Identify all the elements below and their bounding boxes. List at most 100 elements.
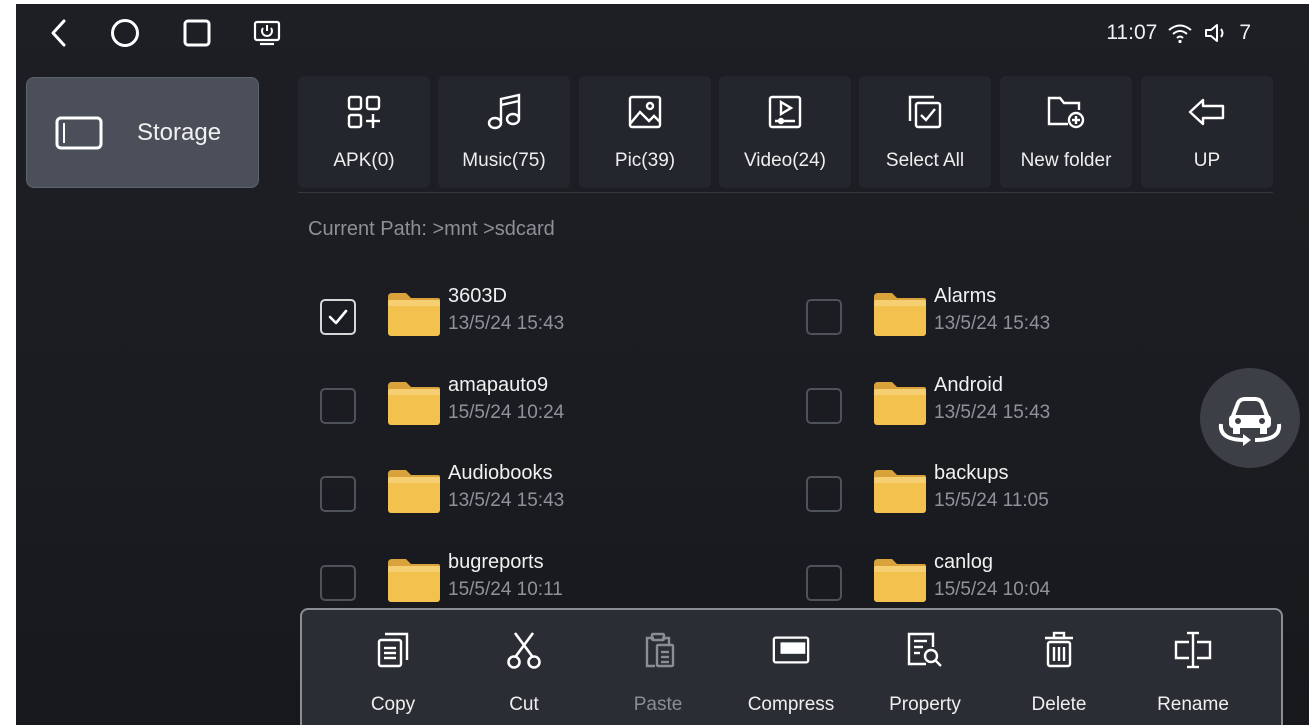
select-all-label: Select All [885, 150, 965, 171]
scissors-icon [504, 630, 544, 670]
toolbar: APK(0) Music(75) Pic(39) Video(24) Selec… [298, 76, 1273, 188]
back-button[interactable] [44, 18, 74, 48]
sidebar-item-storage[interactable]: Storage [26, 77, 259, 188]
screen: 11:07 7 Storage APK(0) Music(75) Pic(39)… [16, 4, 1309, 725]
file-name: backups [934, 462, 1009, 484]
folder-icon [872, 468, 928, 514]
storage-icon [55, 115, 103, 151]
folder-icon [386, 291, 442, 337]
text-cursor-icon [1173, 630, 1213, 670]
select-all-icon [905, 92, 945, 132]
file-name: 3603D [448, 285, 507, 307]
delete-button[interactable]: Delete [994, 610, 1124, 725]
video-icon [765, 92, 805, 132]
folder-icon [386, 380, 442, 426]
new-folder-button[interactable]: New folder [1000, 76, 1132, 188]
new-folder-label: New folder [1020, 150, 1112, 171]
screen-off-button[interactable] [252, 18, 282, 48]
volume-level: 7 [1239, 21, 1251, 44]
file-checkbox[interactable] [320, 299, 356, 335]
cut-label: Cut [509, 694, 539, 715]
file-item[interactable]: Audiobooks 13/5/24 15:43 [320, 462, 790, 528]
file-item[interactable]: amapauto9 15/5/24 10:24 [320, 374, 790, 440]
svg-text:ZIP: ZIP [784, 644, 801, 655]
apk-filter-label: APK(0) [333, 150, 395, 171]
trash-icon [1039, 630, 1079, 670]
rename-button[interactable]: Rename [1128, 610, 1258, 725]
video-filter-label: Video(24) [743, 150, 827, 171]
status-bar: 11:07 7 [1106, 18, 1251, 48]
current-path: Current Path: >mnt >sdcard [308, 218, 555, 240]
home-button[interactable] [110, 18, 140, 48]
car-floating-button[interactable] [1200, 368, 1300, 468]
file-name: Android [934, 374, 1003, 396]
file-date: 13/5/24 15:43 [934, 313, 1051, 334]
pic-filter-button[interactable]: Pic(39) [579, 76, 711, 188]
folder-icon [872, 557, 928, 603]
up-label: UP [1193, 150, 1221, 171]
action-bar: Copy Cut Paste ZIP Compress Property Del… [300, 608, 1283, 725]
file-date: 13/5/24 15:43 [448, 490, 565, 511]
up-button[interactable]: UP [1141, 76, 1273, 188]
rename-label: Rename [1157, 694, 1229, 715]
clipboard-icon [638, 630, 678, 670]
apk-filter-button[interactable]: APK(0) [298, 76, 430, 188]
delete-label: Delete [1031, 694, 1087, 715]
arrow-left-icon [1187, 92, 1227, 132]
file-date: 13/5/24 15:43 [934, 402, 1051, 423]
file-item[interactable]: 3603D 13/5/24 15:43 [320, 285, 790, 351]
paste-button[interactable]: Paste [593, 610, 723, 725]
file-checkbox[interactable] [320, 476, 356, 512]
property-label: Property [889, 694, 961, 715]
checkmark-icon [327, 304, 349, 335]
video-filter-button[interactable]: Video(24) [719, 76, 851, 188]
apps-add-icon [344, 92, 384, 132]
pic-filter-label: Pic(39) [614, 150, 676, 171]
file-date: 15/5/24 10:04 [934, 579, 1051, 600]
file-checkbox[interactable] [320, 565, 356, 601]
compress-button[interactable]: ZIP Compress [726, 610, 856, 725]
folder-icon [386, 468, 442, 514]
file-item[interactable]: backups 15/5/24 11:05 [806, 462, 1276, 528]
image-icon [625, 92, 665, 132]
file-checkbox[interactable] [806, 388, 842, 424]
property-button[interactable]: Property [860, 610, 990, 725]
file-item[interactable]: Alarms 13/5/24 15:43 [806, 285, 1276, 351]
copy-button[interactable]: Copy [328, 610, 458, 725]
cut-button[interactable]: Cut [459, 610, 589, 725]
zip-icon: ZIP [771, 630, 811, 670]
clock: 11:07 [1106, 21, 1158, 44]
music-filter-button[interactable]: Music(75) [438, 76, 570, 188]
folder-icon [872, 291, 928, 337]
back-icon [51, 19, 66, 47]
file-date: 15/5/24 10:11 [448, 579, 563, 600]
home-icon [111, 19, 139, 47]
copy-label: Copy [370, 694, 416, 715]
compress-label: Compress [747, 694, 835, 715]
file-date: 15/5/24 10:24 [448, 402, 565, 423]
file-checkbox[interactable] [806, 476, 842, 512]
file-checkbox[interactable] [806, 565, 842, 601]
music-filter-label: Music(75) [462, 150, 546, 171]
recents-button[interactable] [182, 18, 212, 48]
file-name: Audiobooks [448, 462, 553, 484]
file-name: bugreports [448, 551, 544, 573]
file-name: amapauto9 [448, 374, 549, 396]
monitor-power-icon [253, 20, 281, 46]
file-name: canlog [934, 551, 993, 573]
document-search-icon [905, 630, 945, 670]
file-date: 15/5/24 11:05 [934, 490, 1049, 511]
recents-icon [183, 19, 211, 47]
file-checkbox[interactable] [320, 388, 356, 424]
folder-add-icon [1046, 92, 1086, 132]
file-name: Alarms [934, 285, 997, 307]
file-checkbox[interactable] [806, 299, 842, 335]
music-note-icon [484, 92, 524, 132]
paste-label: Paste [633, 694, 683, 715]
volume-icon [1203, 22, 1229, 44]
sidebar-item-label: Storage [137, 118, 222, 146]
wifi-icon [1167, 22, 1193, 44]
select-all-button[interactable]: Select All [859, 76, 991, 188]
car-rotate-icon [1218, 397, 1282, 446]
file-date: 13/5/24 15:43 [448, 313, 565, 334]
